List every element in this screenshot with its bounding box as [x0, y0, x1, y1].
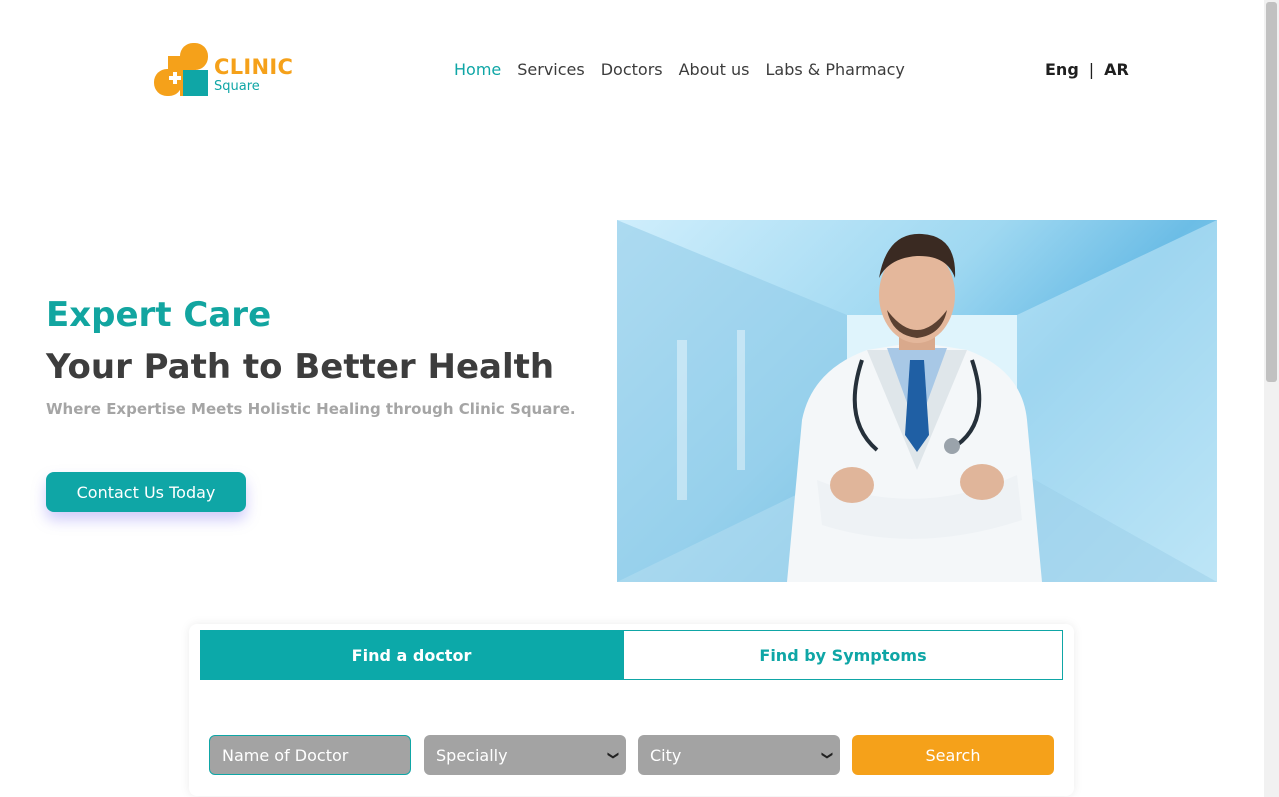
lang-eng[interactable]: Eng [1045, 60, 1079, 79]
hero-subtitle: Where Expertise Meets Holistic Healing t… [46, 400, 576, 418]
nav-services[interactable]: Services [517, 60, 584, 79]
clinic-logo-icon [154, 43, 208, 96]
search-button[interactable]: Search [852, 735, 1054, 775]
doctor-search-panel: Find a doctor Find by Symptoms Name of D… [189, 624, 1074, 796]
city-select[interactable]: City ❯ [638, 735, 840, 775]
hero-heading: Your Path to Better Health [46, 347, 555, 387]
hero-title: Expert Care [46, 295, 272, 335]
brand-name: CLINIC [214, 55, 294, 79]
doctor-name-input[interactable]: Name of Doctor [209, 735, 411, 775]
lang-ar[interactable]: AR [1104, 60, 1129, 79]
nav-doctors[interactable]: Doctors [601, 60, 663, 79]
tab-find-by-symptoms[interactable]: Find by Symptoms [623, 630, 1063, 680]
chevron-down-icon: ❯ [820, 750, 834, 760]
city-select-label: City [650, 745, 682, 765]
contact-us-button[interactable]: Contact Us Today [46, 472, 246, 512]
specialty-select-label: Specially [436, 745, 508, 765]
specialty-select[interactable]: Specially ❯ [424, 735, 626, 775]
nav-labs-pharmacy[interactable]: Labs & Pharmacy [765, 60, 904, 79]
chevron-down-icon: ❯ [606, 750, 620, 760]
tab-find-a-doctor[interactable]: Find a doctor [200, 630, 623, 680]
nav-home[interactable]: Home [454, 60, 501, 79]
scrollbar-thumb[interactable] [1266, 2, 1277, 382]
lang-separator: | [1088, 60, 1095, 79]
clinic-logo[interactable]: CLINIC Square [153, 42, 303, 98]
page-scrollbar[interactable] [1264, 0, 1279, 797]
hero-doctor-image [617, 220, 1217, 582]
brand-subname: Square [214, 79, 260, 94]
main-nav: Home Services Doctors About us Labs & Ph… [454, 60, 921, 79]
nav-about-us[interactable]: About us [679, 60, 750, 79]
language-switcher: Eng | AR [1045, 60, 1129, 79]
